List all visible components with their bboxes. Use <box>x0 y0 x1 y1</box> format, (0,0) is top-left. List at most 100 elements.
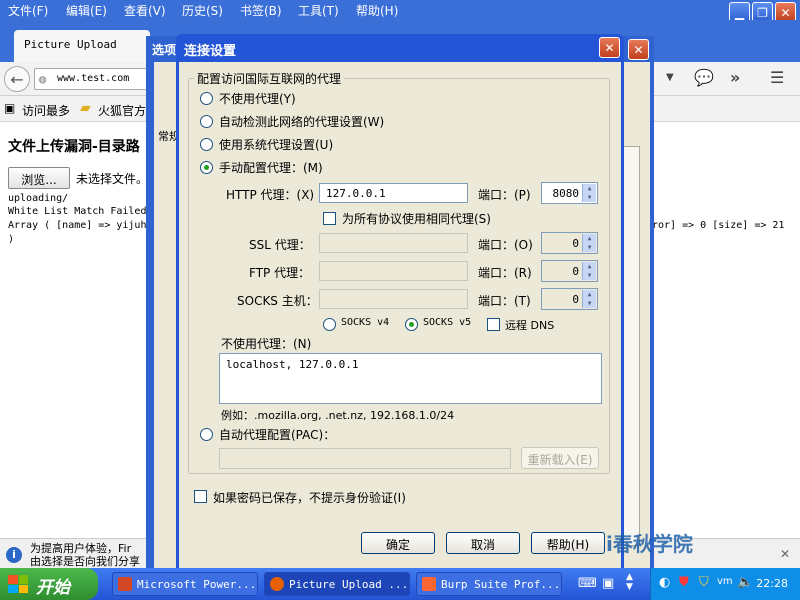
output-line-3-right: ror] => 0 [size] => 21 <box>652 220 785 231</box>
ssl-proxy-label: SSL 代理： <box>249 238 311 252</box>
remote-dns-checkbox[interactable] <box>487 318 500 331</box>
start-label: 开始 <box>36 578 70 598</box>
browse-button[interactable]: 浏览... <box>8 167 70 189</box>
menu-bookmarks[interactable]: 书签(B) <box>240 2 282 19</box>
bookmark-firefox-official[interactable]: 火狐官方 <box>98 102 146 119</box>
socks-host-input[interactable] <box>319 289 468 309</box>
menu-file[interactable]: 文件(F) <box>8 2 48 19</box>
task-powerpoint[interactable]: Microsoft Power... <box>112 572 258 596</box>
radio-socks-v5[interactable] <box>405 318 418 331</box>
shield-icon[interactable]: ⛉ <box>699 575 709 590</box>
ok-button[interactable]: 确定 <box>361 532 435 554</box>
help-button[interactable]: 帮助(H) <box>531 532 605 554</box>
no-proxy-for-label: 不使用代理：(N) <box>221 337 312 351</box>
socks-host-label: SOCKS 主机： <box>237 294 318 308</box>
task-burp-label: Burp Suite Prof... <box>441 578 561 591</box>
menu-tools[interactable]: 工具(T) <box>298 2 339 19</box>
http-proxy-input[interactable]: 127.0.0.1 <box>319 183 468 203</box>
no-prompt-auth-checkbox[interactable] <box>194 490 207 503</box>
no-proxy-example: 例如：.mozilla.org, .net.nz, 192.168.1.0/24 <box>221 409 455 422</box>
radio-manual-proxy[interactable] <box>200 161 213 174</box>
folder-icon: ▰ <box>80 100 91 116</box>
security-icon[interactable]: ⛊ <box>679 575 689 590</box>
dialog-close-icon[interactable]: ✕ <box>599 37 620 58</box>
bookmark-most-visited[interactable]: 访问最多 <box>22 102 70 119</box>
output-line-1: uploading/ <box>8 193 69 204</box>
globe-icon: ◍ <box>39 72 47 86</box>
dialog-title: 连接设置 <box>184 44 237 59</box>
radio-no-proxy[interactable] <box>200 92 213 105</box>
http-port-value: 8080 <box>552 187 580 200</box>
start-button[interactable]: 开始 <box>0 568 98 600</box>
remote-dns-label: 远程 DNS <box>505 319 555 332</box>
cancel-button[interactable]: 取消 <box>446 532 520 554</box>
output-line-3: Array ( [name] => yijuh <box>8 220 147 231</box>
ssl-port-spinner[interactable]: 0 ▲ ▼ <box>541 232 598 254</box>
network-icon[interactable]: ◐ <box>659 575 670 590</box>
url-bar[interactable]: ◍ www.test.com <box>34 68 152 90</box>
chevron-more-icon[interactable]: » <box>730 68 740 87</box>
spinner-arrows-icon[interactable]: ▲ ▼ <box>582 184 596 202</box>
menu-view[interactable]: 查看(V) <box>124 2 166 19</box>
radio-pac-label: 自动代理配置(PAC)： <box>219 428 336 442</box>
powerpoint-icon <box>118 577 132 591</box>
options-close-icon[interactable]: ✕ <box>628 39 649 60</box>
task-powerpoint-label: Microsoft Power... <box>137 578 257 591</box>
page-title: 文件上传漏洞-目录路 <box>8 139 140 155</box>
http-port-spinner[interactable]: 8080 ▲ ▼ <box>541 182 598 204</box>
keyboard-icon[interactable]: ⌨ <box>578 576 597 591</box>
firefox-icon <box>270 577 284 591</box>
radio-auto-detect[interactable] <box>200 115 213 128</box>
vm-icon[interactable]: vm <box>717 576 733 587</box>
back-arrow-icon[interactable]: ← <box>4 66 30 92</box>
radio-no-proxy-label: 不使用代理(Y) <box>219 92 296 106</box>
http-proxy-label: HTTP 代理：(X) <box>226 188 315 202</box>
tray-scroll-icon[interactable]: ▲ ▼ <box>626 572 633 592</box>
task-picture-upload[interactable]: Picture Upload ... <box>264 572 410 596</box>
no-proxy-textarea[interactable]: localhost, 127.0.0.1 <box>219 353 602 404</box>
speaker-icon[interactable]: 🔈 <box>737 575 753 590</box>
chat-bubble-icon[interactable]: 💬 <box>694 68 714 87</box>
menu-history[interactable]: 历史(S) <box>182 2 223 19</box>
dropdown-arrow-icon[interactable]: ▼ <box>666 72 674 83</box>
windows-logo-icon <box>8 575 28 593</box>
group-label: 配置访问国际互联网的代理 <box>194 70 345 87</box>
burp-icon <box>422 577 436 591</box>
same-proxy-checkbox[interactable] <box>323 212 336 225</box>
spinner-arrows-icon[interactable]: ▲ ▼ <box>582 234 596 252</box>
ssl-port-label: 端口：(O) <box>478 238 533 252</box>
socks-port-spinner[interactable]: 0 ▲ ▼ <box>541 288 598 310</box>
menu-edit[interactable]: 编辑(E) <box>66 2 107 19</box>
ftp-port-label: 端口：(R) <box>478 266 532 280</box>
ftp-port-value: 0 <box>572 265 579 278</box>
reload-button[interactable]: 重新载入(E) <box>521 447 599 469</box>
pac-url-input[interactable] <box>219 448 511 469</box>
ftp-port-spinner[interactable]: 0 ▲ ▼ <box>541 260 598 282</box>
spinner-arrows-icon[interactable]: ▲ ▼ <box>582 262 596 280</box>
ftp-proxy-label: FTP 代理： <box>249 266 311 280</box>
socks-v5-label: SOCKS v5 <box>423 317 472 328</box>
task-burp[interactable]: Burp Suite Prof... <box>416 572 562 596</box>
radio-manual-proxy-label: 手动配置代理：(M) <box>219 161 323 175</box>
options-window-title: 选项 <box>152 43 177 57</box>
task-picture-upload-label: Picture Upload ... <box>289 578 409 591</box>
bookmark-folder-icon: ▣ <box>4 101 16 115</box>
socks-port-value: 0 <box>572 293 579 306</box>
ftp-proxy-input[interactable] <box>319 261 468 281</box>
socks-port-label: 端口：(T) <box>478 294 531 308</box>
tab-picture-upload[interactable]: Picture Upload <box>14 30 150 62</box>
notice-line-2: 由选择是否向我们分享 <box>30 555 140 568</box>
same-proxy-label: 为所有协议使用相同代理(S) <box>342 212 491 226</box>
radio-system-proxy[interactable] <box>200 138 213 151</box>
options-panel-right <box>624 146 640 546</box>
menu-help[interactable]: 帮助(H) <box>356 2 398 19</box>
clock: 22:28 <box>756 577 788 590</box>
socks-v4-label: SOCKS v4 <box>341 317 390 328</box>
ssl-proxy-input[interactable] <box>319 233 468 253</box>
radio-socks-v4[interactable] <box>323 318 336 331</box>
browser-menubar: 文件(F) 编辑(E) 查看(V) 历史(S) 书签(B) 工具(T) 帮助(H… <box>0 0 800 23</box>
spinner-arrows-icon[interactable]: ▲ ▼ <box>582 290 596 308</box>
tray-icon[interactable]: ▣ <box>602 576 614 591</box>
radio-pac[interactable] <box>200 428 213 441</box>
hamburger-menu-icon[interactable]: ☰ <box>770 68 784 87</box>
